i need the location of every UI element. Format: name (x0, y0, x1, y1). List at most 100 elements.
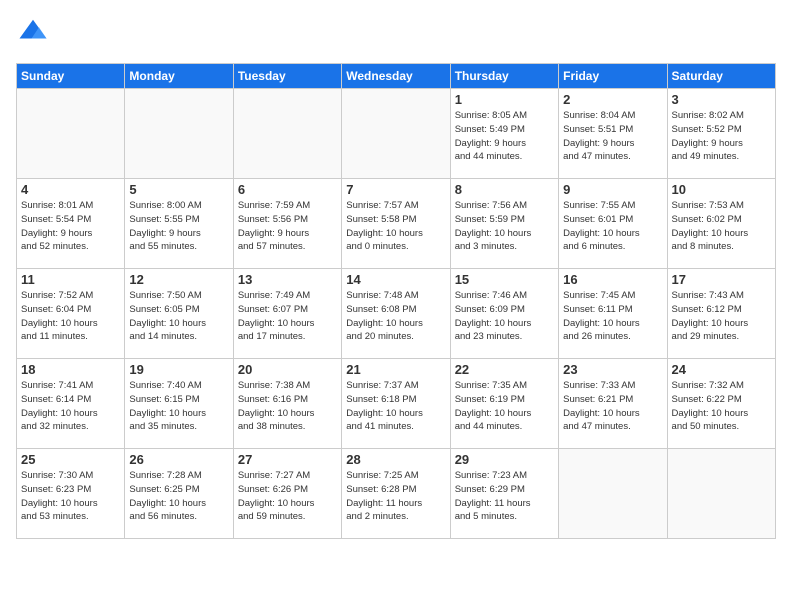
day-number: 8 (455, 182, 554, 197)
day-number: 20 (238, 362, 337, 377)
day-number: 9 (563, 182, 662, 197)
calendar-cell: 6 Sunrise: 7:59 AMSunset: 5:56 PMDaylight… (233, 179, 341, 269)
weekday-header: Wednesday (342, 64, 450, 89)
calendar-cell: 14 Sunrise: 7:48 AMSunset: 6:08 PMDayligh… (342, 269, 450, 359)
calendar-cell: 10Sunrise: 7:53 AMSunset: 6:02 PMDayligh… (667, 179, 775, 269)
day-info: Sunrise: 7:46 AMSunset: 6:09 PMDaylight:… (455, 289, 554, 344)
day-info: Sunrise: 7:32 AMSunset: 6:22 PMDaylight:… (672, 379, 771, 434)
calendar-cell: 16 Sunrise: 7:45 AMSunset: 6:11 PMDayligh… (559, 269, 667, 359)
day-info: Sunrise: 7:38 AMSunset: 6:16 PMDaylight:… (238, 379, 337, 434)
day-number: 24 (672, 362, 771, 377)
calendar-cell: 26 Sunrise: 7:28 AMSunset: 6:25 PMDayligh… (125, 449, 233, 539)
day-info: Sunrise: 7:52 AMSunset: 6:04 PMDaylight:… (21, 289, 120, 344)
calendar-cell: 9 Sunrise: 7:55 AMSunset: 6:01 PMDaylight… (559, 179, 667, 269)
calendar-cell (667, 449, 775, 539)
day-info: Sunrise: 7:55 AMSunset: 6:01 PMDaylight:… (563, 199, 662, 254)
day-info: Sunrise: 7:59 AMSunset: 5:56 PMDaylight:… (238, 199, 337, 254)
page-header (16, 16, 776, 51)
calendar-cell (342, 89, 450, 179)
calendar-cell: 21 Sunrise: 7:37 AMSunset: 6:18 PMDayligh… (342, 359, 450, 449)
day-number: 28 (346, 452, 445, 467)
logo (16, 16, 52, 51)
day-info: Sunrise: 7:57 AMSunset: 5:58 PMDaylight:… (346, 199, 445, 254)
day-number: 22 (455, 362, 554, 377)
weekday-header: Friday (559, 64, 667, 89)
day-number: 16 (563, 272, 662, 287)
day-number: 17 (672, 272, 771, 287)
logo-icon (18, 16, 48, 46)
calendar-cell: 8 Sunrise: 7:56 AMSunset: 5:59 PMDaylight… (450, 179, 558, 269)
day-number: 7 (346, 182, 445, 197)
weekday-header: Saturday (667, 64, 775, 89)
day-info: Sunrise: 7:41 AMSunset: 6:14 PMDaylight:… (21, 379, 120, 434)
calendar-week-row: 18 Sunrise: 7:41 AMSunset: 6:14 PMDayligh… (17, 359, 776, 449)
day-number: 4 (21, 182, 120, 197)
weekday-header: Thursday (450, 64, 558, 89)
day-info: Sunrise: 8:02 AMSunset: 5:52 PMDaylight:… (672, 109, 771, 164)
day-number: 27 (238, 452, 337, 467)
calendar-cell: 15 Sunrise: 7:46 AMSunset: 6:09 PMDayligh… (450, 269, 558, 359)
calendar-cell: 4 Sunrise: 8:01 AMSunset: 5:54 PMDaylight… (17, 179, 125, 269)
day-number: 18 (21, 362, 120, 377)
day-info: Sunrise: 8:04 AMSunset: 5:51 PMDaylight:… (563, 109, 662, 164)
day-info: Sunrise: 8:00 AMSunset: 5:55 PMDaylight:… (129, 199, 228, 254)
day-info: Sunrise: 7:45 AMSunset: 6:11 PMDaylight:… (563, 289, 662, 344)
weekday-header: Sunday (17, 64, 125, 89)
calendar-cell (17, 89, 125, 179)
day-info: Sunrise: 8:01 AMSunset: 5:54 PMDaylight:… (21, 199, 120, 254)
day-info: Sunrise: 7:35 AMSunset: 6:19 PMDaylight:… (455, 379, 554, 434)
calendar-cell: 19Sunrise: 7:40 AMSunset: 6:15 PMDayligh… (125, 359, 233, 449)
day-info: Sunrise: 7:23 AMSunset: 6:29 PMDaylight:… (455, 469, 554, 524)
day-info: Sunrise: 7:28 AMSunset: 6:25 PMDaylight:… (129, 469, 228, 524)
day-info: Sunrise: 8:05 AMSunset: 5:49 PMDaylight:… (455, 109, 554, 164)
day-number: 26 (129, 452, 228, 467)
day-number: 6 (238, 182, 337, 197)
day-number: 11 (21, 272, 120, 287)
day-number: 5 (129, 182, 228, 197)
calendar-cell (233, 89, 341, 179)
calendar-cell: 24 Sunrise: 7:32 AMSunset: 6:22 PMDayligh… (667, 359, 775, 449)
calendar-week-row: 4 Sunrise: 8:01 AMSunset: 5:54 PMDaylight… (17, 179, 776, 269)
calendar-cell: 17Sunrise: 7:43 AMSunset: 6:12 PMDayligh… (667, 269, 775, 359)
calendar-cell: 27Sunrise: 7:27 AMSunset: 6:26 PMDayligh… (233, 449, 341, 539)
calendar-cell: 3 Sunrise: 8:02 AMSunset: 5:52 PMDaylight… (667, 89, 775, 179)
calendar-cell: 20 Sunrise: 7:38 AMSunset: 6:16 PMDayligh… (233, 359, 341, 449)
day-info: Sunrise: 7:48 AMSunset: 6:08 PMDaylight:… (346, 289, 445, 344)
calendar-cell: 11 Sunrise: 7:52 AMSunset: 6:04 PMDayligh… (17, 269, 125, 359)
day-number: 10 (672, 182, 771, 197)
calendar-cell: 22 Sunrise: 7:35 AMSunset: 6:19 PMDayligh… (450, 359, 558, 449)
calendar-cell: 2 Sunrise: 8:04 AMSunset: 5:51 PMDaylight… (559, 89, 667, 179)
calendar-table: SundayMondayTuesdayWednesdayThursdayFrid… (16, 63, 776, 539)
weekday-header: Monday (125, 64, 233, 89)
calendar-week-row: 1Sunrise: 8:05 AMSunset: 5:49 PMDaylight… (17, 89, 776, 179)
weekday-header: Tuesday (233, 64, 341, 89)
day-info: Sunrise: 7:33 AMSunset: 6:21 PMDaylight:… (563, 379, 662, 434)
calendar-cell: 25Sunrise: 7:30 AMSunset: 6:23 PMDayligh… (17, 449, 125, 539)
day-info: Sunrise: 7:50 AMSunset: 6:05 PMDaylight:… (129, 289, 228, 344)
day-number: 21 (346, 362, 445, 377)
weekday-header-row: SundayMondayTuesdayWednesdayThursdayFrid… (17, 64, 776, 89)
day-info: Sunrise: 7:56 AMSunset: 5:59 PMDaylight:… (455, 199, 554, 254)
day-info: Sunrise: 7:30 AMSunset: 6:23 PMDaylight:… (21, 469, 120, 524)
calendar-week-row: 11 Sunrise: 7:52 AMSunset: 6:04 PMDayligh… (17, 269, 776, 359)
day-info: Sunrise: 7:25 AMSunset: 6:28 PMDaylight:… (346, 469, 445, 524)
calendar-cell: 28 Sunrise: 7:25 AMSunset: 6:28 PMDayligh… (342, 449, 450, 539)
day-number: 3 (672, 92, 771, 107)
day-info: Sunrise: 7:37 AMSunset: 6:18 PMDaylight:… (346, 379, 445, 434)
calendar-cell: 23 Sunrise: 7:33 AMSunset: 6:21 PMDayligh… (559, 359, 667, 449)
calendar-cell: 7 Sunrise: 7:57 AMSunset: 5:58 PMDaylight… (342, 179, 450, 269)
day-number: 15 (455, 272, 554, 287)
day-info: Sunrise: 7:49 AMSunset: 6:07 PMDaylight:… (238, 289, 337, 344)
day-number: 13 (238, 272, 337, 287)
calendar-cell: 12 Sunrise: 7:50 AMSunset: 6:05 PMDayligh… (125, 269, 233, 359)
calendar-cell (559, 449, 667, 539)
day-number: 2 (563, 92, 662, 107)
day-number: 19 (129, 362, 228, 377)
calendar-cell (125, 89, 233, 179)
calendar-cell: 29Sunrise: 7:23 AMSunset: 6:29 PMDayligh… (450, 449, 558, 539)
day-number: 23 (563, 362, 662, 377)
calendar-cell: 13 Sunrise: 7:49 AMSunset: 6:07 PMDayligh… (233, 269, 341, 359)
day-number: 12 (129, 272, 228, 287)
day-number: 14 (346, 272, 445, 287)
calendar-cell: 5 Sunrise: 8:00 AMSunset: 5:55 PMDaylight… (125, 179, 233, 269)
